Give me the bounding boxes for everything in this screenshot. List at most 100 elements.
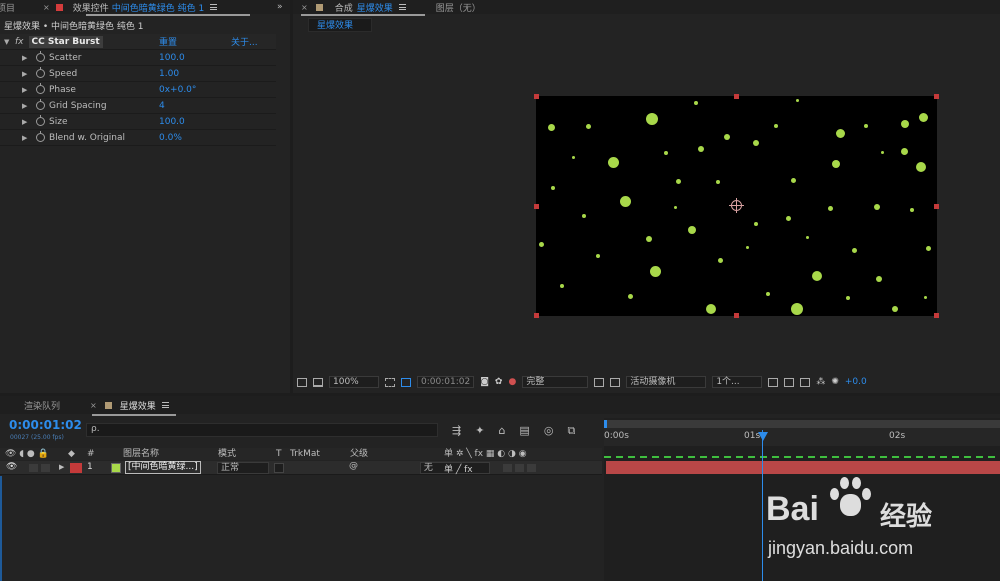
property-value[interactable]: 1.00 (159, 69, 179, 79)
color-channels-icon[interactable]: ● (508, 375, 516, 389)
transform-handle-ml[interactable] (534, 204, 539, 209)
layer-switches[interactable]: 单 ╱ fx (444, 462, 473, 475)
pickwhip-icon[interactable]: @ (349, 461, 358, 471)
layer-mode-dropdown[interactable]: 正常 (217, 462, 269, 474)
close-icon[interactable]: × (43, 3, 50, 12)
anchor-point-icon[interactable] (729, 198, 744, 213)
trkmat-box[interactable] (274, 463, 284, 473)
menu-icon[interactable] (398, 4, 406, 10)
resolution-dropdown[interactable]: 完整 (522, 376, 589, 388)
layer-search-input[interactable]: ρ. (86, 423, 438, 437)
menu-icon[interactable] (210, 4, 218, 10)
switch-box[interactable] (515, 464, 524, 472)
expand-triangle-icon[interactable]: ▶ (22, 118, 30, 126)
stopwatch-icon[interactable] (36, 67, 45, 78)
transform-handle-bl[interactable] (534, 313, 539, 318)
layer-row[interactable]: 👁 ▶ 1 [中间色暗黄绿...] 正常 @ 无 单 ╱ fx (0, 461, 602, 475)
draft-3d-icon[interactable]: ✦ (475, 424, 484, 438)
collapse-triangle-icon[interactable]: ▼ (4, 38, 12, 46)
region-of-interest-icon[interactable] (385, 375, 395, 389)
property-row-scatter[interactable]: ▶ Scatter 100.0 (0, 50, 276, 66)
property-value[interactable]: 100.0 (159, 53, 185, 63)
tab-composition-prefix[interactable]: 合成 (335, 1, 353, 14)
camera-snapshot-icon[interactable]: ◙ (480, 375, 489, 389)
comp-timecode[interactable]: 0:00:01:02 (417, 376, 475, 388)
stopwatch-icon[interactable] (36, 51, 45, 62)
property-value[interactable]: 0.0% (159, 133, 182, 143)
switch-box[interactable] (527, 464, 536, 472)
column-parent[interactable]: 父级 (350, 448, 368, 460)
effect-header-row[interactable]: ▼ fx CC Star Burst 重置 关于... (0, 34, 276, 50)
monitor-icon[interactable] (313, 375, 323, 389)
show-snapshot-icon[interactable]: ✿ (495, 375, 503, 389)
property-value[interactable]: 4 (159, 101, 165, 111)
transform-handle-br[interactable] (934, 313, 939, 318)
shy-layers-icon[interactable]: ⌂ (498, 424, 505, 438)
timeline-timecode[interactable]: 0:00:01:02 (9, 418, 82, 432)
expand-triangle-icon[interactable]: ▶ (22, 102, 30, 110)
transform-handle-tl[interactable] (534, 94, 539, 99)
property-value[interactable]: 100.0 (159, 117, 185, 127)
camera-dropdown[interactable]: 活动摄像机 (626, 376, 707, 388)
grid-icon[interactable] (610, 375, 621, 389)
fast-preview-icon[interactable] (594, 375, 605, 389)
zoom-dropdown[interactable]: 100% (329, 376, 379, 388)
toggle-pixel-aspect-icon[interactable] (768, 375, 779, 389)
transparency-grid-icon[interactable] (401, 375, 411, 389)
transform-handle-mr[interactable] (934, 204, 939, 209)
effect-name[interactable]: CC Star Burst (28, 35, 103, 48)
expand-triangle-icon[interactable]: ▶ (22, 54, 30, 62)
switch-box[interactable] (503, 464, 512, 472)
expand-triangle-icon[interactable]: ▶ (22, 70, 30, 78)
about-link[interactable]: 关于... (231, 35, 258, 48)
tab-effect-controls-prefix[interactable]: 效果控件 (73, 1, 109, 14)
stopwatch-icon[interactable] (36, 131, 45, 142)
transform-handle-bc[interactable] (734, 313, 739, 318)
export-frame-icon[interactable] (784, 375, 795, 389)
transform-handle-tc[interactable] (734, 94, 739, 99)
tab-composition-name[interactable]: 星爆效果 (357, 1, 393, 14)
motion-blur-icon[interactable]: ◎ (544, 424, 554, 438)
menu-icon[interactable] (161, 402, 169, 408)
property-row-grid-spacing[interactable]: ▶ Grid Spacing 4 (0, 98, 276, 114)
work-area-start-handle[interactable] (604, 420, 607, 428)
property-row-size[interactable]: ▶ Size 100.0 (0, 114, 276, 130)
close-icon[interactable]: × (90, 401, 97, 410)
close-icon[interactable]: × (301, 3, 308, 12)
exposure-value[interactable]: +0.0 (845, 375, 867, 389)
stopwatch-icon[interactable] (36, 115, 45, 126)
expand-icon[interactable]: » (277, 2, 283, 12)
property-row-phase[interactable]: ▶ Phase 0x+0.0° (0, 82, 276, 98)
layer-label-color[interactable] (70, 463, 82, 473)
graph-editor-icon[interactable]: ⧉ (567, 424, 575, 438)
tab-timeline-name[interactable]: 星爆效果 (120, 399, 156, 412)
tab-layer[interactable]: 图层（无） (436, 1, 481, 14)
exposure-icon[interactable]: ✺ (831, 375, 839, 389)
tab-render-queue[interactable]: 渲染队列 (24, 399, 60, 412)
preview-toggle-icon[interactable] (297, 375, 307, 389)
composition-subtab[interactable]: 星爆效果 (308, 18, 372, 32)
property-row-blend[interactable]: ▶ Blend w. Original 0.0% (0, 130, 276, 146)
stopwatch-icon[interactable] (36, 83, 45, 94)
layer-name[interactable]: [中间色暗黄绿...] (125, 461, 201, 474)
work-area-bar[interactable] (604, 420, 1000, 428)
frame-blending-icon[interactable]: ▤ (519, 424, 529, 438)
flowchart-icon[interactable]: ⁂ (816, 375, 825, 389)
eye-icon[interactable]: 👁 (6, 462, 17, 472)
expand-layer-icon[interactable]: ▶ (59, 463, 64, 471)
audio-toggle[interactable] (29, 464, 38, 472)
property-value[interactable]: 0x+0.0° (159, 85, 196, 95)
comp-mini-flowchart-icon[interactable]: ⇶ (452, 424, 461, 438)
tab-effect-controls-title[interactable]: 中间色暗黄绿色 纯色 1 (112, 1, 204, 14)
time-ruler[interactable] (604, 428, 1000, 446)
fx-icon[interactable]: fx (15, 37, 24, 47)
transform-handle-tr[interactable] (934, 94, 939, 99)
comp-flowchart-icon[interactable] (800, 375, 811, 389)
tab-project[interactable]: 项目 (0, 1, 15, 14)
playhead-icon[interactable] (758, 432, 768, 441)
expand-triangle-icon[interactable]: ▶ (22, 134, 30, 142)
stopwatch-icon[interactable] (36, 99, 45, 110)
column-layer-name[interactable]: 图层名称 (123, 448, 159, 460)
reset-link[interactable]: 重置 (159, 35, 177, 48)
property-row-speed[interactable]: ▶ Speed 1.00 (0, 66, 276, 82)
